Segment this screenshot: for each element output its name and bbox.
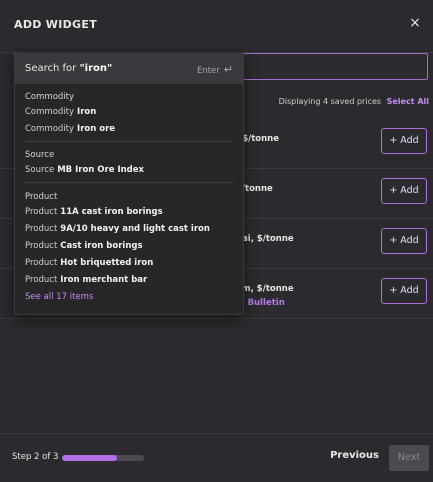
add-widget-modal: ADD WIDGET × Displaying 4 saved prices S… bbox=[0, 0, 433, 482]
suggestion-type: Product bbox=[25, 207, 58, 217]
displaying-count: Displaying 4 saved prices Select All bbox=[279, 97, 429, 106]
suggestion-type: Product bbox=[25, 241, 58, 251]
enter-label: Enter bbox=[196, 66, 220, 76]
group-divider bbox=[25, 141, 233, 142]
suggestion-value: 11A cast iron borings bbox=[60, 207, 163, 217]
step-progress-bar bbox=[62, 455, 144, 461]
suggestion-item[interactable]: Product 9A/10 heavy and light cast iron bbox=[25, 224, 210, 234]
step-indicator: Step 2 of 3 bbox=[12, 452, 59, 462]
see-all-items-link[interactable]: See all 17 items bbox=[25, 292, 93, 302]
enter-icon: ↵ bbox=[223, 63, 233, 76]
suggestion-value: Iron bbox=[77, 107, 97, 117]
close-icon[interactable]: × bbox=[407, 15, 423, 31]
price-row-label: em, $/tonne bbox=[236, 284, 294, 294]
enter-hint: Enter ↵ bbox=[197, 63, 233, 76]
search-query: "iron" bbox=[79, 63, 113, 74]
suggestion-value: Iron ore bbox=[77, 124, 116, 134]
suggestion-item[interactable]: Product Hot briquetted iron bbox=[25, 258, 153, 268]
suggestion-item[interactable]: Commodity Iron ore bbox=[25, 124, 115, 134]
group-title-source: Source bbox=[25, 150, 55, 160]
group-divider bbox=[25, 182, 233, 183]
modal-title: ADD WIDGET bbox=[14, 18, 98, 31]
add-button[interactable]: + Add bbox=[381, 178, 427, 204]
suggestion-item[interactable]: Product Iron merchant bar bbox=[25, 275, 147, 285]
suggestion-value: Cast iron borings bbox=[60, 241, 143, 251]
suggestion-value: Iron merchant bar bbox=[60, 275, 148, 285]
suggestion-type: Product bbox=[25, 275, 58, 285]
suggestion-type: Product bbox=[25, 258, 58, 268]
add-button[interactable]: + Add bbox=[381, 128, 427, 154]
step-progress-fill bbox=[62, 455, 117, 461]
search-suggestions-dropdown: Search for "iron" Enter ↵ Commodity Commo… bbox=[14, 53, 244, 315]
group-title-product: Product bbox=[25, 192, 58, 202]
search-for-option[interactable]: Search for "iron" Enter ↵ bbox=[15, 54, 243, 84]
suggestion-item[interactable]: Source MB Iron Ore Index bbox=[25, 165, 144, 175]
suggestion-type: Product bbox=[25, 224, 58, 234]
suggestion-value: MB Iron Ore Index bbox=[57, 165, 144, 175]
group-title-commodity: Commodity bbox=[25, 92, 75, 102]
add-button[interactable]: + Add bbox=[381, 228, 427, 254]
suggestion-value: Hot briquetted iron bbox=[60, 258, 154, 268]
suggestion-type: Source bbox=[25, 165, 55, 175]
modal-header: ADD WIDGET × bbox=[0, 0, 433, 53]
previous-button[interactable]: Previous bbox=[330, 450, 379, 461]
next-button[interactable]: Next bbox=[389, 445, 429, 471]
suggestion-value: 9A/10 heavy and light cast iron bbox=[60, 224, 210, 234]
price-row-label: hai, $/tonne bbox=[236, 234, 294, 244]
select-all-link[interactable]: Select All bbox=[387, 97, 429, 106]
suggestion-type: Commodity bbox=[25, 107, 75, 117]
search-for-text: Search for "iron" bbox=[25, 63, 112, 74]
displaying-text: Displaying 4 saved prices bbox=[278, 97, 382, 106]
suggestion-item[interactable]: Product 11A cast iron borings bbox=[25, 207, 163, 217]
modal-footer: Step 2 of 3 Previous Next bbox=[0, 433, 433, 482]
search-for-prefix: Search for bbox=[25, 63, 80, 74]
suggestion-item[interactable]: Product Cast iron borings bbox=[25, 241, 143, 251]
suggestion-item[interactable]: Commodity Iron bbox=[25, 107, 96, 117]
add-button[interactable]: + Add bbox=[381, 278, 427, 304]
suggestion-type: Commodity bbox=[25, 124, 75, 134]
